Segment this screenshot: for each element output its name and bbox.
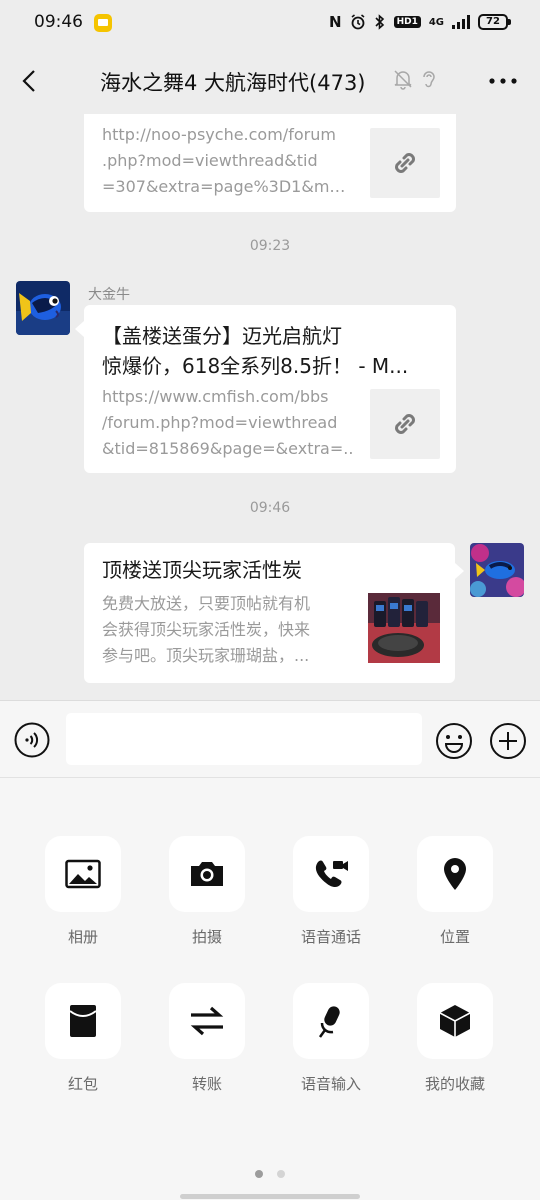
avatar-reef-image xyxy=(470,543,524,597)
tool-label: 语音通话 xyxy=(300,928,361,946)
tool-label: 语音输入 xyxy=(300,1075,361,1093)
avatar-fish-image xyxy=(16,281,70,335)
tool-voice-input[interactable]: 语音输入 xyxy=(281,983,381,1103)
nfc-icon: N xyxy=(329,13,342,31)
sender-name: 大金牛 xyxy=(88,287,130,303)
bubble-tail xyxy=(75,321,84,337)
tool-location[interactable]: 位置 xyxy=(405,836,505,956)
link-message-card[interactable]: 【盖楼送蛋分】迈光启航灯 惊爆价，618全系列8.5折！ - M... http… xyxy=(84,305,456,473)
link-url-line: http://noo-psyche.com/forum xyxy=(102,125,336,144)
bubble-tail xyxy=(455,563,464,579)
red-envelope-icon xyxy=(69,1005,97,1037)
link-url-line: &tid=815869&page=&extra=... xyxy=(102,439,354,458)
chat-header: 海水之舞4 大航海时代(473) xyxy=(0,48,540,114)
earpiece-icon xyxy=(423,71,435,88)
cube-icon xyxy=(439,1005,471,1037)
link-url-line: /forum.php?mod=viewthread xyxy=(102,413,338,432)
article-thumbnail xyxy=(368,593,440,663)
my-avatar[interactable] xyxy=(470,543,524,597)
card-desc-line: 参与吧。顶尖玩家珊瑚盐，... xyxy=(102,646,310,665)
hd-badge: HD1 xyxy=(393,16,421,28)
message-input[interactable] xyxy=(66,713,422,765)
mute-bell-icon xyxy=(394,70,412,90)
message-input-bar xyxy=(0,700,540,778)
location-pin-icon xyxy=(444,858,466,890)
signal-icon xyxy=(452,15,470,29)
page-dot[interactable] xyxy=(277,1170,285,1178)
transfer-icon xyxy=(190,1006,224,1036)
tool-button[interactable] xyxy=(417,983,493,1059)
tool-transfer[interactable]: 转账 xyxy=(157,983,257,1103)
home-indicator[interactable] xyxy=(180,1194,360,1199)
link-thumbnail xyxy=(370,128,440,198)
link-icon xyxy=(395,414,415,434)
tool-album[interactable]: 相册 xyxy=(33,836,133,956)
status-bar: 09:46 N HD1 4G 72 xyxy=(0,0,540,48)
link-message-card[interactable]: http://noo-psyche.com/forum .php?mod=vie… xyxy=(84,114,456,212)
tool-button[interactable] xyxy=(169,983,245,1059)
card-title: 顶楼送顶尖玩家活性炭 xyxy=(102,558,302,582)
status-icons: N HD1 4G 72 xyxy=(329,13,511,31)
tool-button[interactable] xyxy=(45,836,121,912)
battery-icon: 72 xyxy=(478,14,511,30)
tool-voice-call[interactable]: 语音通话 xyxy=(281,836,381,956)
avatar[interactable] xyxy=(16,281,70,335)
card-desc-line: 会获得顶尖玩家活性炭，快来 xyxy=(102,620,311,639)
link-url-line: =307&extra=page%3D1&mo... xyxy=(102,177,354,196)
page-indicator xyxy=(255,1170,285,1178)
link-url-line: https://www.cmfish.com/bbs xyxy=(102,387,329,406)
image-icon xyxy=(65,859,101,889)
tool-label: 相册 xyxy=(67,928,98,946)
tool-label: 我的收藏 xyxy=(424,1075,485,1093)
bluetooth-icon xyxy=(374,14,384,30)
phone-video-icon xyxy=(315,860,348,888)
tool-label: 红包 xyxy=(67,1075,98,1093)
message-timestamp: 09:46 xyxy=(249,500,291,516)
alarm-icon xyxy=(351,14,365,30)
link-thumbnail xyxy=(370,389,440,459)
card-desc-line: 免费大放送，只要顶帖就有机 xyxy=(102,594,311,613)
tool-red-envelope[interactable]: 红包 xyxy=(33,983,133,1103)
page-dot-active[interactable] xyxy=(255,1170,263,1178)
back-button[interactable] xyxy=(14,64,48,98)
tool-camera[interactable]: 拍摄 xyxy=(157,836,257,956)
card-title-line: 惊爆价，618全系列8.5折！ - M... xyxy=(102,354,409,378)
tool-label: 转账 xyxy=(191,1075,222,1093)
plus-button[interactable] xyxy=(489,722,527,760)
tool-favorites[interactable]: 我的收藏 xyxy=(405,983,505,1103)
tool-button[interactable] xyxy=(293,983,369,1059)
more-tools-panel: 相册 拍摄 语音通话 位置 红包 转账 语音输入 我的收藏 xyxy=(0,778,540,1200)
camera-icon xyxy=(191,862,223,886)
more-button[interactable] xyxy=(488,76,518,86)
emoji-button[interactable] xyxy=(435,722,473,760)
tool-button[interactable] xyxy=(293,836,369,912)
link-url-line: .php?mod=viewthread&tid xyxy=(102,151,318,170)
voice-toggle-button[interactable] xyxy=(14,722,50,758)
article-message-card[interactable]: 顶楼送顶尖玩家活性炭 免费大放送，只要顶帖就有机 会获得顶尖玩家活性炭，快来 参… xyxy=(84,543,455,683)
chat-message-list[interactable]: http://noo-psyche.com/forum .php?mod=vie… xyxy=(0,114,540,700)
tool-label: 位置 xyxy=(439,928,470,946)
tool-label: 拍摄 xyxy=(191,928,222,946)
tool-button[interactable] xyxy=(45,983,121,1059)
tool-button[interactable] xyxy=(169,836,245,912)
tool-button[interactable] xyxy=(417,836,493,912)
notification-icon xyxy=(94,14,112,32)
link-icon xyxy=(395,153,415,173)
card-title-line: 【盖楼送蛋分】迈光启航灯 xyxy=(102,324,342,348)
message-timestamp: 09:23 xyxy=(249,238,291,254)
status-time: 09:46 xyxy=(34,12,83,32)
network-label: 4G xyxy=(428,16,444,28)
microphone-icon xyxy=(318,1006,340,1038)
chat-title: 海水之舞4 大航海时代(473) xyxy=(100,71,366,95)
